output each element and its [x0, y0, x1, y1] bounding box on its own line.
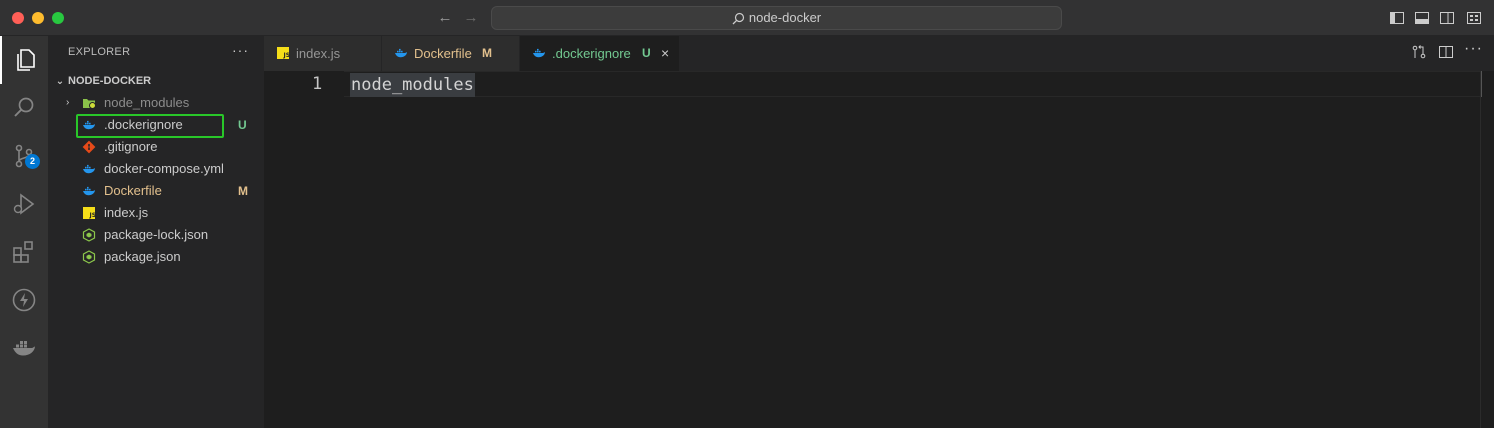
tree-item-dockerfile[interactable]: Dockerfile M: [48, 180, 264, 202]
js-icon: JS: [277, 47, 291, 59]
chevron-right-icon: ›: [66, 97, 70, 108]
open-changes-icon[interactable]: [1411, 44, 1427, 60]
tab-dockerignore[interactable]: .dockerignore U ×: [520, 36, 680, 71]
highlight-box: [76, 114, 224, 138]
untracked-status-badge: U: [642, 46, 651, 60]
activity-bar: 2: [0, 36, 48, 428]
vertical-scrollbar[interactable]: [1480, 71, 1494, 428]
tree-item-label: index.js: [104, 205, 149, 220]
tab-dockerfile[interactable]: Dockerfile M: [382, 36, 520, 71]
source-control-activity[interactable]: 2: [0, 132, 48, 180]
tree-item-index-js[interactable]: JS index.js: [48, 202, 264, 224]
source-control-badge: 2: [25, 154, 40, 169]
workspace-root-folder[interactable]: ⌄ NODE-DOCKER: [48, 70, 264, 92]
toggle-secondary-sidebar-icon[interactable]: [1439, 10, 1455, 26]
title-bar: ← → node-docker: [0, 0, 1494, 36]
svg-text:JS: JS: [283, 52, 291, 59]
minimize-window-button[interactable]: [32, 12, 44, 24]
thunder-client-activity[interactable]: [0, 276, 48, 324]
search-icon: [732, 12, 744, 25]
tree-item-package-lock[interactable]: package-lock.json: [48, 224, 264, 246]
tree-item-label: docker-compose.yml: [104, 161, 224, 176]
search-icon: [14, 97, 34, 117]
line-number: 1: [312, 74, 323, 94]
tab-label: index.js: [296, 46, 341, 61]
tab-label: .dockerignore: [552, 46, 631, 61]
tree-item-label: .gitignore: [104, 139, 158, 154]
docker-icon: [83, 164, 95, 174]
customize-layout-icon[interactable]: [1466, 10, 1482, 26]
code-line[interactable]: node_modules: [350, 73, 475, 97]
git-icon: [82, 140, 96, 154]
close-icon[interactable]: ×: [661, 36, 669, 71]
extensions-activity[interactable]: [0, 228, 48, 276]
chevron-down-icon: ⌄: [55, 76, 65, 87]
split-editor-icon[interactable]: [1438, 44, 1454, 60]
workspace-root-label: NODE-DOCKER: [68, 75, 152, 87]
command-center-search[interactable]: node-docker: [491, 6, 1062, 30]
more-actions-icon[interactable]: ···: [1464, 40, 1482, 57]
maximize-window-button[interactable]: [52, 12, 64, 24]
docker-activity[interactable]: [0, 324, 48, 372]
toggle-panel-icon[interactable]: [1414, 10, 1430, 26]
untracked-status-badge: U: [238, 118, 247, 132]
files-icon: [17, 49, 35, 71]
nodejs-icon: [82, 250, 96, 264]
docker-icon: [13, 341, 35, 356]
modified-status-badge: M: [238, 184, 248, 198]
editor-area[interactable]: 1 node_modules: [264, 71, 1494, 428]
tree-item-docker-compose[interactable]: docker-compose.yml: [48, 158, 264, 180]
tree-item-package-json[interactable]: package.json: [48, 246, 264, 268]
folder-icon: [83, 99, 96, 109]
nodejs-icon: [82, 228, 96, 242]
run-debug-activity[interactable]: [0, 180, 48, 228]
editor-tab-bar: JS index.js Dockerfile M .dockerignore U…: [264, 36, 1494, 71]
explorer-title: EXPLORER: [68, 46, 131, 58]
command-center-label: node-docker: [748, 10, 822, 25]
tab-index-js[interactable]: JS index.js: [264, 36, 382, 71]
tree-item-node-modules[interactable]: › node_modules: [48, 92, 264, 114]
tab-label: Dockerfile: [414, 46, 472, 61]
toggle-primary-sidebar-icon[interactable]: [1389, 10, 1405, 26]
docker-icon: [533, 48, 545, 58]
go-back-button[interactable]: ←: [436, 9, 454, 27]
run-debug-icon: [13, 193, 35, 215]
close-window-button[interactable]: [12, 12, 24, 24]
explorer-sidebar: EXPLORER ··· ⌄ NODE-DOCKER › node_modules…: [48, 36, 264, 428]
svg-text:JS: JS: [89, 212, 97, 219]
docker-icon: [83, 186, 95, 196]
search-activity[interactable]: [0, 84, 48, 132]
current-line-highlight: [344, 71, 1480, 97]
tree-item-gitignore[interactable]: .gitignore: [48, 136, 264, 158]
tree-item-label: package.json: [104, 249, 181, 264]
tree-item-label: package-lock.json: [104, 227, 209, 242]
modified-status-badge: M: [482, 46, 492, 60]
tree-item-label: Dockerfile: [104, 183, 162, 198]
docker-icon: [395, 48, 407, 58]
lightning-icon: [12, 288, 36, 312]
go-forward-button[interactable]: →: [462, 9, 480, 27]
explorer-activity[interactable]: [0, 36, 48, 84]
tree-item-label: node_modules: [104, 95, 190, 110]
explorer-more-actions-button[interactable]: ···: [232, 42, 249, 58]
js-icon: JS: [83, 207, 97, 219]
extensions-icon: [13, 241, 33, 263]
